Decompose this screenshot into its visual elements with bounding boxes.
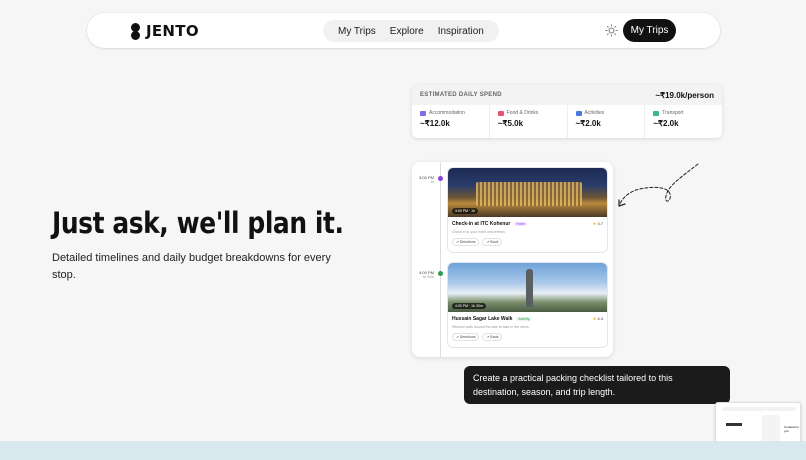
spend-item-accommodation: Accommodation ~₹12.0k [412,105,489,138]
itinerary-card-activity[interactable]: 4:00 PM · 1h 30m Hussain Sagar Lake Walk… [447,262,608,348]
top-navbar: JENTO My Trips Explore Inspiration My Tr… [87,13,720,48]
spend-amount: ~₹2.0k [653,119,679,128]
spend-title: ESTIMATED DAILY SPEND [420,92,502,98]
timeline-time: 3:00 PM 1h [419,175,434,184]
spend-label: Food & Drinks [506,110,539,116]
brand-logo[interactable]: JENTO [131,22,199,40]
spend-item-activities: Activities ~₹2.0k [566,105,645,138]
sun-icon[interactable] [605,24,618,37]
curly-arrow-icon [618,163,699,207]
prompt-suggestion[interactable]: Create a practical packing checklist tai… [464,366,730,404]
hero-title: Just ask, we'll plan it. [52,206,344,240]
rating: ★ 4.3 [592,316,603,321]
nav-link-inspiration[interactable]: Inspiration [431,26,491,37]
spend-item-food: Food & Drinks ~₹5.0k [488,105,567,138]
card-title: Check-in at ITC Kohenur [452,221,511,227]
logo-mark-icon [131,22,140,40]
card-title: Hussain Sagar Lake Walk [452,316,513,322]
hero-subtitle: Detailed timelines and daily budget brea… [52,252,331,281]
hotel-photo: 3:00 PM · 1h [448,168,607,217]
star-icon: ★ [592,221,597,226]
nav-link-explore[interactable]: Explore [383,26,431,37]
spend-total: ~₹19.0k/person [655,90,714,100]
book-button[interactable]: ⇗ Book [482,333,503,341]
spend-label: Activities [584,110,605,116]
spend-amount: ~₹2.0k [575,119,601,128]
bed-icon [420,110,426,116]
thumbnail-caption: Curated for you [784,425,800,433]
spend-item-transport: Transport ~₹2.0k [644,105,722,138]
card-description: Check in to your hotel and refresh. [452,230,506,234]
nav-links: My Trips Explore Inspiration [323,20,499,42]
card-description: Relaxed walk around the lake to take in … [452,325,530,329]
spend-label: Transport [662,110,684,116]
spend-label: Accommodation [429,110,465,116]
directions-button[interactable]: ➚ Directions [452,333,480,341]
hotel-tag: Hotel [514,222,527,226]
daily-spend-card: ESTIMATED DAILY SPEND ~₹19.0k/person Acc… [412,85,722,138]
nav-link-my-trips[interactable]: My Trips [331,26,383,37]
timeline-dot [438,271,443,276]
timeline-line [440,162,441,357]
my-trips-button[interactable]: My Trips [623,19,676,42]
time-pill: 3:00 PM · 1h [452,208,479,214]
itinerary-card-hotel[interactable]: 3:00 PM · 1h Check-in at ITC Kohenur Hote… [447,167,608,253]
spend-amount: ~₹5.0k [497,119,524,128]
rating: ★ 4.7 [592,221,603,226]
spend-header: ESTIMATED DAILY SPEND ~₹19.0k/person [412,85,722,105]
utensils-icon [497,110,504,116]
spend-amount: ~₹12.0k [420,119,450,128]
lake-photo: 4:00 PM · 1h 30m [448,263,607,312]
time-pill: 4:00 PM · 1h 30m [452,303,486,309]
book-button[interactable]: ⇗ Book [482,238,503,246]
directions-button[interactable]: ➚ Directions [452,238,480,246]
next-section-band [0,441,806,460]
timeline-time: 4:00 PM 1h 30m [419,270,434,279]
bus-icon [653,110,660,116]
brand-name: JENTO [146,22,199,40]
activity-tag: Activity [516,317,532,321]
itinerary-timeline: 3:00 PM 1h 3:00 PM · 1h Check-in at ITC K… [412,162,613,357]
sparkle-icon [575,110,582,116]
timeline-dot [438,176,443,181]
star-icon: ★ [592,316,597,321]
